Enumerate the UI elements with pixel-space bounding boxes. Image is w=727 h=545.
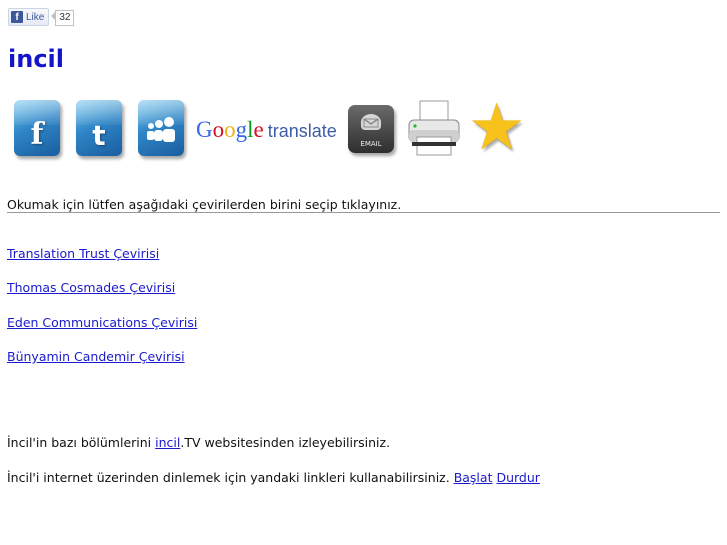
translation-link-thomas-cosmades[interactable]: Thomas Cosmades Çevirisi (7, 280, 175, 295)
listen-text: İncil'i internet üzerinden dinlemek için… (7, 470, 540, 485)
facebook-like-widget: f Like 32 (8, 8, 75, 26)
email-label: EMAIL (360, 140, 382, 148)
google-wordmark: Google (196, 117, 264, 142)
like-count: 32 (55, 10, 75, 26)
google-letter: g (235, 117, 248, 142)
watch-text-after: .TV websitesinden izleyebilirsiniz. (180, 435, 391, 450)
translation-link-bunyamin-candemir[interactable]: Bünyamin Candemir Çevirisi (7, 349, 185, 364)
myspace-icon[interactable] (138, 100, 184, 156)
translate-word: translate (267, 121, 337, 141)
page-title: incil (8, 45, 64, 73)
stop-audio-link[interactable]: Durdur (496, 470, 539, 485)
incil-tv-link[interactable]: incil (155, 435, 180, 450)
google-letter: G (196, 117, 213, 142)
watch-text-before: İncil'in bazı bölümlerini (7, 435, 156, 450)
twitter-icon[interactable]: t (76, 100, 122, 156)
facebook-f-icon: f (11, 11, 23, 23)
favorite-star-icon[interactable]: ★ (468, 96, 525, 160)
like-label: Like (26, 11, 45, 23)
translation-link-eden-communications[interactable]: Eden Communications Çevirisi (7, 315, 197, 330)
google-translate-icon[interactable]: Google translate (196, 117, 337, 143)
facebook-like-button[interactable]: f Like (8, 8, 50, 26)
google-letter: o (224, 117, 236, 142)
printer-icon[interactable] (405, 100, 463, 158)
intro-text: Okumak için lütfen aşağıdaki çevirilerde… (7, 197, 402, 212)
facebook-icon[interactable]: f (14, 100, 60, 156)
google-letter: e (253, 117, 264, 142)
email-icon[interactable]: EMAIL (348, 105, 394, 153)
watch-text: İncil'in bazı bölümlerini incil.TV websi… (7, 435, 390, 450)
start-audio-link[interactable]: Başlat (454, 470, 493, 485)
divider (7, 212, 720, 213)
like-count-bubble: 32 (51, 8, 75, 26)
listen-text-body: İncil'i internet üzerinden dinlemek için… (7, 470, 454, 485)
translation-link-translation-trust[interactable]: Translation Trust Çevirisi (7, 246, 159, 261)
google-letter: o (212, 117, 225, 142)
